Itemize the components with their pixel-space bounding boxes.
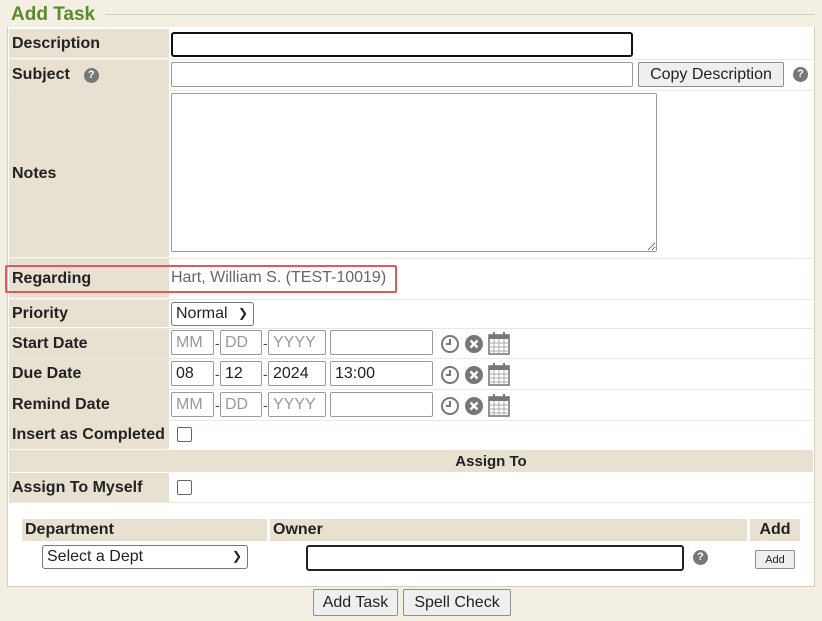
add-header: Add xyxy=(750,519,800,541)
notes-label: Notes xyxy=(9,91,169,257)
remind-date-month[interactable] xyxy=(171,392,214,417)
description-field[interactable] xyxy=(171,32,633,57)
date-separator: - xyxy=(263,397,268,413)
date-separator: - xyxy=(215,335,220,351)
fieldset-border xyxy=(105,14,815,15)
insert-completed-checkbox[interactable] xyxy=(177,427,192,442)
chevron-down-icon: ❯ xyxy=(231,549,242,563)
remind-date-label: Remind Date xyxy=(9,390,169,420)
date-separator: - xyxy=(263,335,268,351)
assign-to-header-left xyxy=(9,450,169,472)
insert-completed-label: Insert as Completed xyxy=(9,421,169,449)
start-date-label: Start Date xyxy=(9,329,169,358)
row-divider xyxy=(9,502,813,503)
remind-date-year[interactable] xyxy=(268,392,326,417)
calendar-icon[interactable] xyxy=(488,362,510,386)
assign-to-header: Assign To xyxy=(169,450,813,472)
remind-date-day[interactable] xyxy=(220,392,262,417)
chevron-down-icon: ❯ xyxy=(237,306,248,320)
subject-label: Subject xyxy=(12,66,70,83)
notes-textarea[interactable] xyxy=(171,93,657,252)
clock-icon[interactable] xyxy=(440,365,460,385)
department-header: Department xyxy=(22,519,267,541)
date-separator: - xyxy=(263,366,268,382)
clear-icon[interactable] xyxy=(464,396,484,416)
due-date-day[interactable] xyxy=(220,361,262,386)
priority-select[interactable]: Normal ❯ xyxy=(171,302,254,326)
help-icon[interactable]: ? xyxy=(83,67,99,83)
due-date-time[interactable] xyxy=(330,361,433,386)
start-date-year[interactable] xyxy=(268,330,326,355)
owner-header: Owner xyxy=(270,519,747,541)
calendar-icon[interactable] xyxy=(488,393,510,417)
owner-field[interactable] xyxy=(306,545,684,571)
assign-myself-checkbox[interactable] xyxy=(177,480,192,495)
regarding-highlight xyxy=(5,265,397,293)
add-owner-button[interactable]: Add xyxy=(755,550,795,569)
clock-icon[interactable] xyxy=(440,396,460,416)
clock-icon[interactable] xyxy=(440,334,460,354)
help-icon[interactable]: ? xyxy=(693,550,708,565)
priority-label: Priority xyxy=(9,300,169,327)
subject-label-cell: Subject ? xyxy=(9,60,169,90)
help-icon[interactable]: ? xyxy=(793,67,808,82)
start-date-time[interactable] xyxy=(330,330,433,355)
remind-date-time[interactable] xyxy=(330,392,433,417)
clear-icon[interactable] xyxy=(464,334,484,354)
assign-myself-label: Assign To Myself xyxy=(9,473,169,502)
add-task-button[interactable]: Add Task xyxy=(313,589,398,616)
copy-description-button[interactable]: Copy Description xyxy=(638,62,784,87)
due-date-year[interactable] xyxy=(268,361,326,386)
description-label: Description xyxy=(9,29,169,58)
calendar-icon[interactable] xyxy=(488,331,510,355)
clear-icon[interactable] xyxy=(464,365,484,385)
date-separator: - xyxy=(215,397,220,413)
start-date-month[interactable] xyxy=(171,330,214,355)
department-select-value: Select a Dept xyxy=(47,548,144,565)
spell-check-button[interactable]: Spell Check xyxy=(403,589,511,616)
due-date-month[interactable] xyxy=(171,361,214,386)
priority-select-value: Normal xyxy=(176,305,228,322)
date-separator: - xyxy=(215,366,220,382)
subject-field[interactable] xyxy=(171,62,633,87)
start-date-day[interactable] xyxy=(220,330,262,355)
due-date-label: Due Date xyxy=(9,359,169,389)
department-select[interactable]: Select a Dept ❯ xyxy=(42,545,248,569)
form-title: Add Task xyxy=(11,4,102,26)
